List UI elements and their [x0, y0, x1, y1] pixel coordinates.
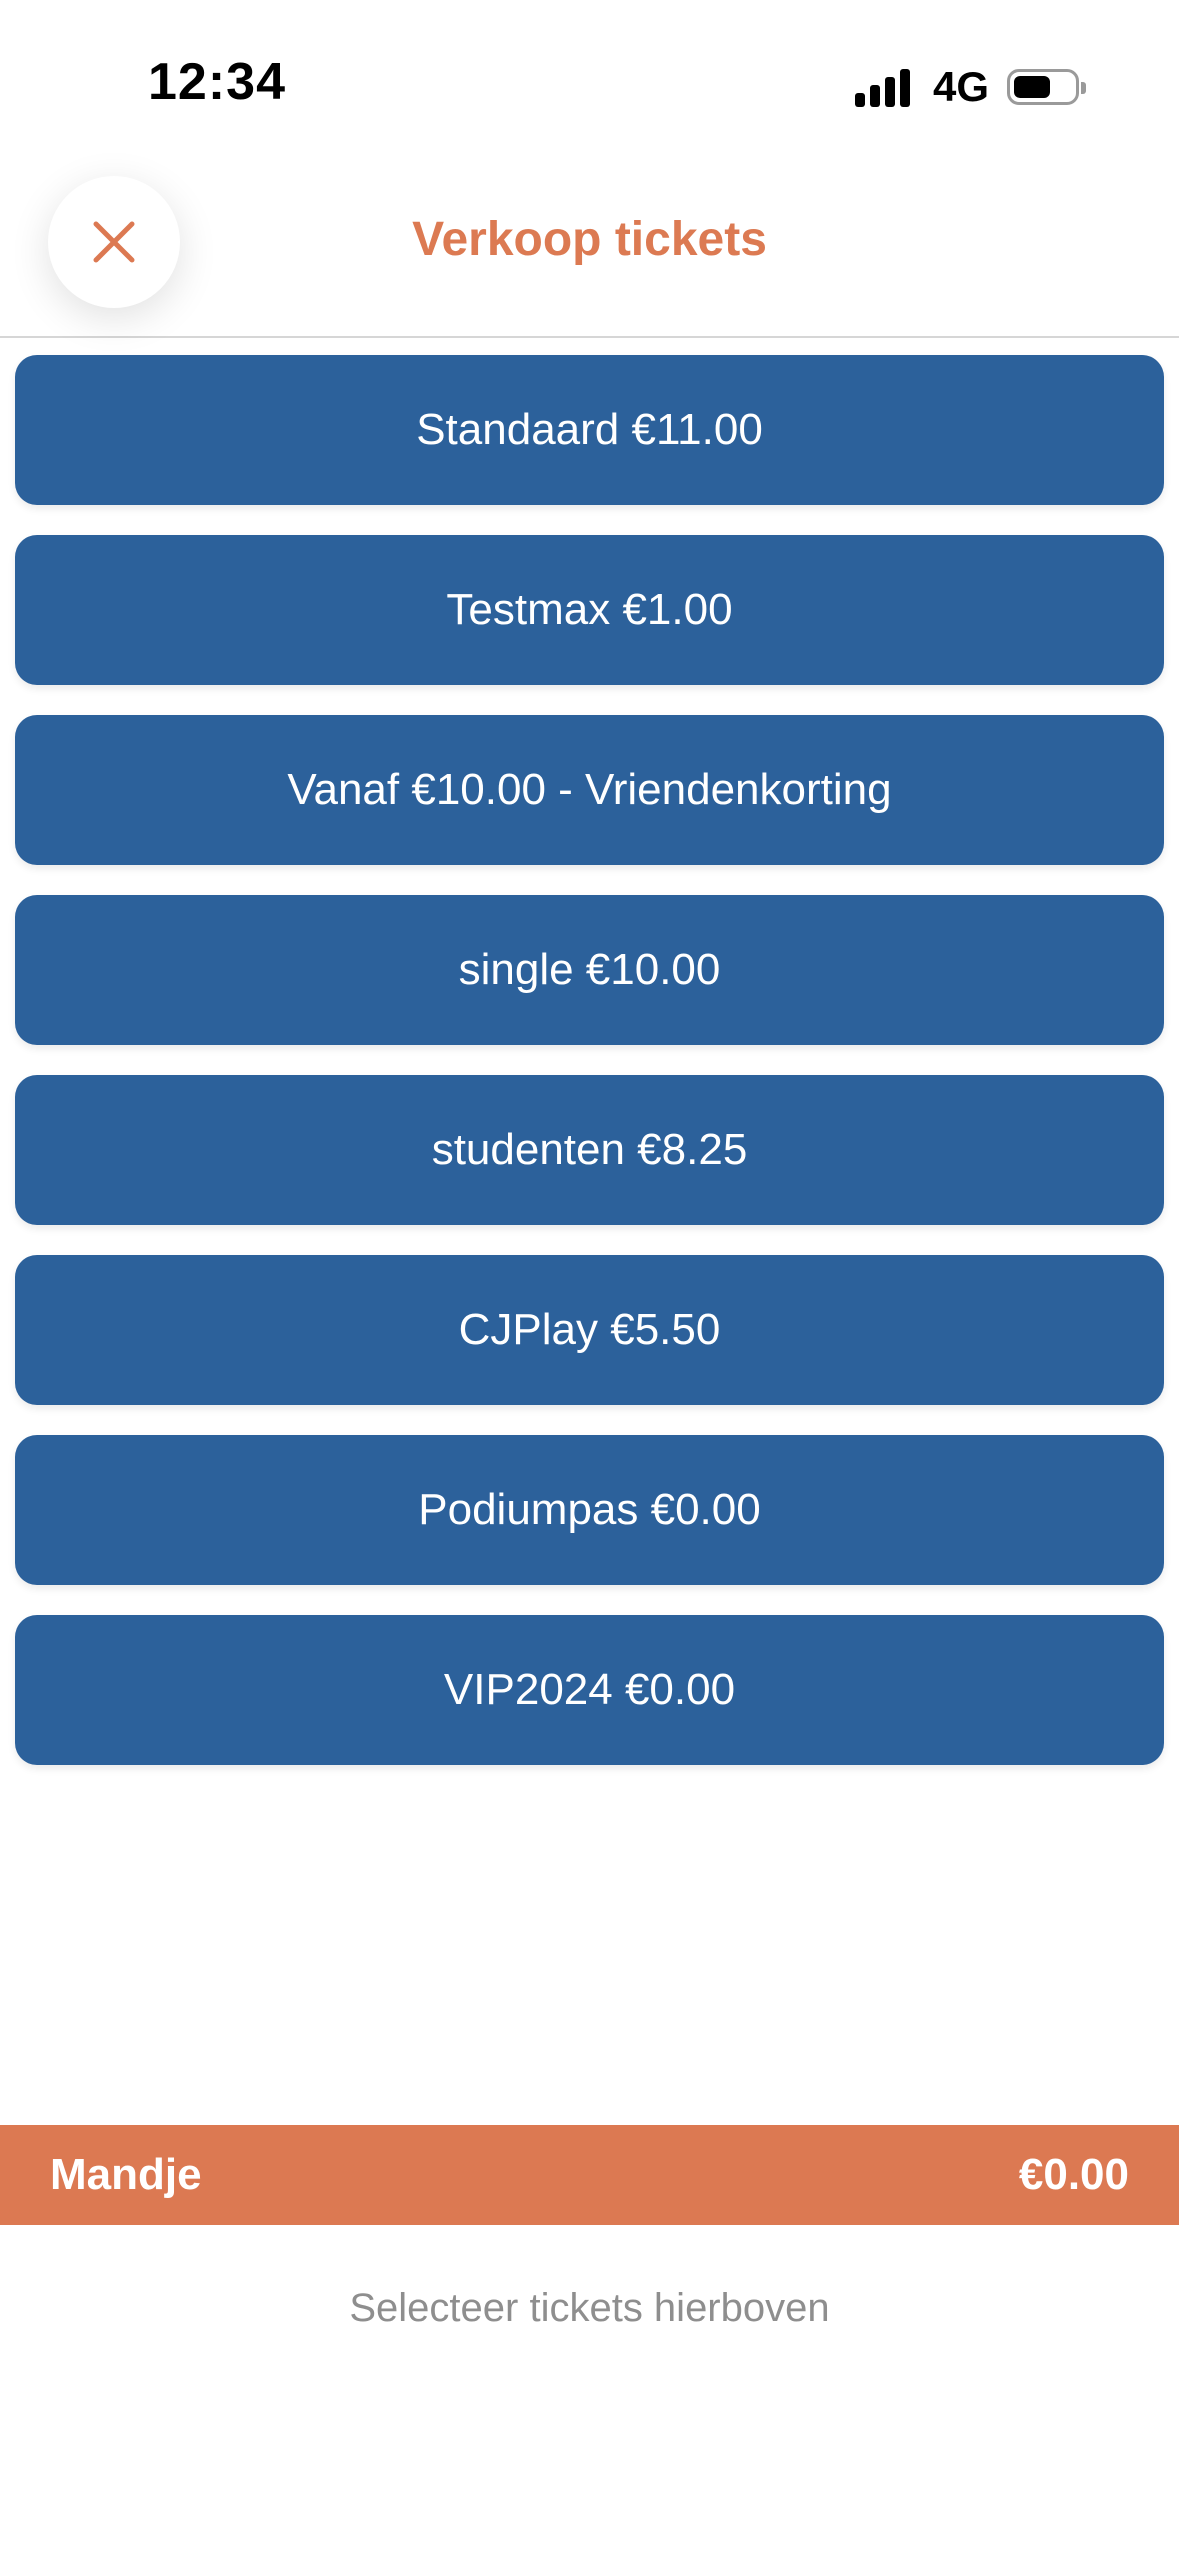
- ticket-button-testmax[interactable]: Testmax €1.00: [15, 535, 1164, 685]
- ticket-button-single[interactable]: single €10.00: [15, 895, 1164, 1045]
- ticket-button-vriendenkorting[interactable]: Vanaf €10.00 - Vriendenkorting: [15, 715, 1164, 865]
- ticket-button-cjplay[interactable]: CJPlay €5.50: [15, 1255, 1164, 1405]
- ticket-button-vip2024[interactable]: VIP2024 €0.00: [15, 1615, 1164, 1765]
- status-indicators: 4G: [854, 62, 1086, 112]
- header: Verkoop tickets: [0, 170, 1179, 338]
- ticket-button-podiumpas[interactable]: Podiumpas €0.00: [15, 1435, 1164, 1585]
- battery-icon: [1007, 69, 1086, 105]
- status-bar: 12:34 4G: [0, 0, 1179, 170]
- basket-bar[interactable]: Mandje €0.00: [0, 2125, 1179, 2225]
- page-title: Verkoop tickets: [412, 213, 767, 266]
- basket-total: €0.00: [1018, 2150, 1129, 2199]
- basket-hint: Selecteer tickets hierboven: [349, 2286, 830, 2330]
- basket-label: Mandje: [50, 2150, 202, 2199]
- network-label: 4G: [932, 63, 989, 110]
- ticket-button-studenten[interactable]: studenten €8.25: [15, 1075, 1164, 1225]
- ticket-list: Standaard €11.00 Testmax €1.00 Vanaf €10…: [15, 355, 1164, 1795]
- signal-icon: [854, 67, 915, 107]
- ticket-button-standaard[interactable]: Standaard €11.00: [15, 355, 1164, 505]
- status-time: 12:34: [148, 53, 286, 111]
